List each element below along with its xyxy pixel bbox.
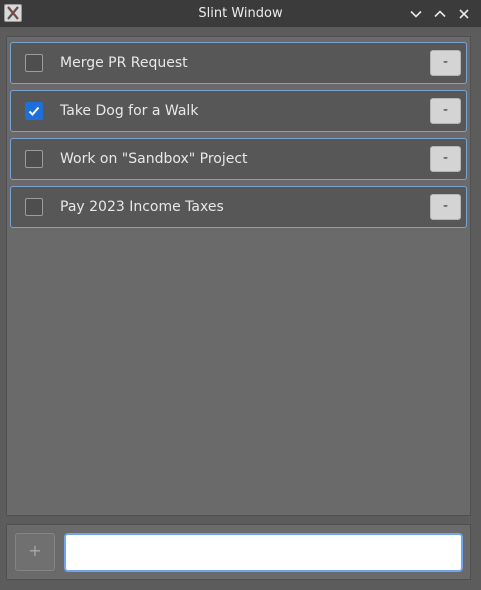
todo-label: Merge PR Request <box>60 55 188 71</box>
todo-label: Take Dog for a Walk <box>60 103 199 119</box>
chevron-down-icon <box>410 10 422 18</box>
app-window: Slint Window Merge PR Request - Take Dog… <box>0 0 481 590</box>
remove-todo-button[interactable]: - <box>430 50 461 76</box>
minimize-button[interactable] <box>407 5 425 23</box>
add-todo-button[interactable]: + <box>15 533 55 571</box>
todo-checkbox[interactable] <box>25 54 43 72</box>
todo-item-1: Merge PR Request - <box>10 42 467 84</box>
remove-todo-button[interactable]: - <box>430 146 461 172</box>
new-todo-input[interactable] <box>64 533 463 572</box>
todo-item-4: Pay 2023 Income Taxes - <box>10 186 467 228</box>
new-todo-bar: + <box>6 524 471 580</box>
chevron-up-icon <box>434 10 446 18</box>
todo-label: Work on "Sandbox" Project <box>60 151 248 167</box>
todo-label: Pay 2023 Income Taxes <box>60 199 224 215</box>
close-button[interactable] <box>455 5 473 23</box>
todo-item-3: Work on "Sandbox" Project - <box>10 138 467 180</box>
close-icon <box>459 9 469 19</box>
todo-item-2: Take Dog for a Walk - <box>10 90 467 132</box>
remove-todo-button[interactable]: - <box>430 98 461 124</box>
maximize-button[interactable] <box>431 5 449 23</box>
todo-list: Merge PR Request - Take Dog for a Walk -… <box>6 36 471 516</box>
remove-todo-button[interactable]: - <box>430 194 461 220</box>
todo-checkbox[interactable] <box>25 102 43 120</box>
title-bar[interactable]: Slint Window <box>0 0 481 27</box>
checkmark-icon <box>28 106 40 116</box>
todo-checkbox[interactable] <box>25 150 43 168</box>
todo-checkbox[interactable] <box>25 198 43 216</box>
